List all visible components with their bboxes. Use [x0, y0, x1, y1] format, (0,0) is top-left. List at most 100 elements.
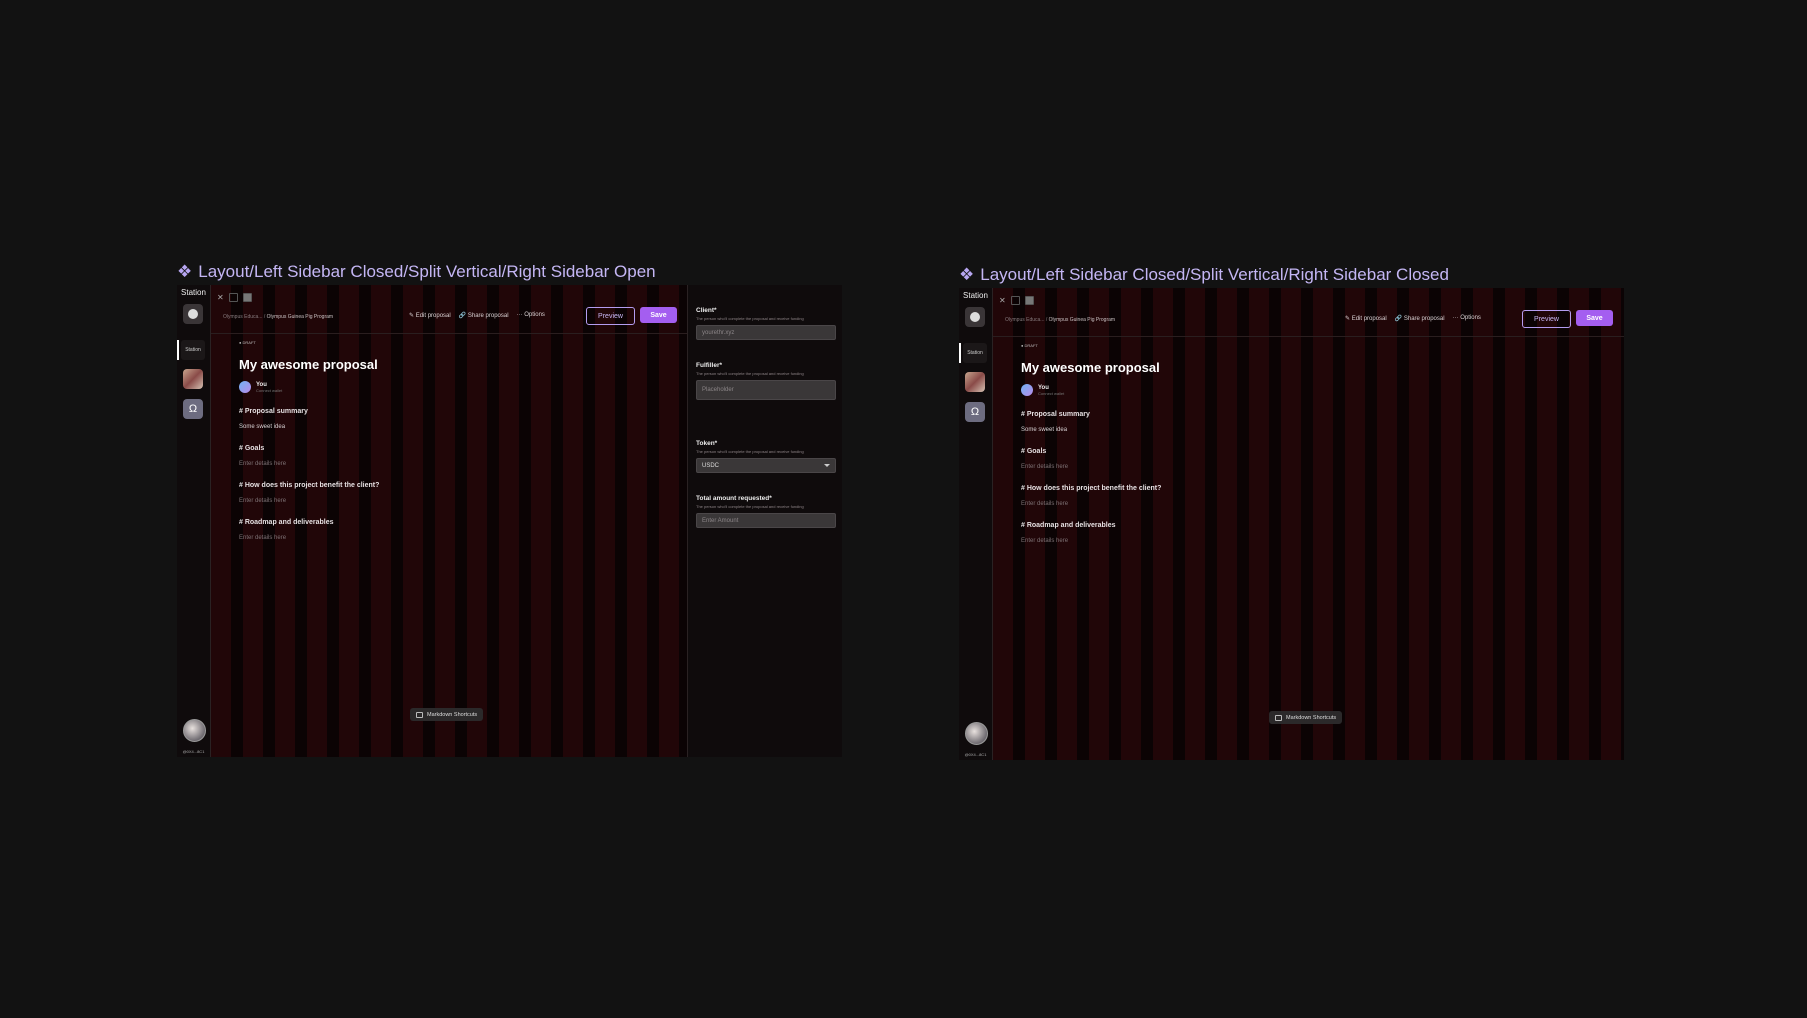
section-body[interactable]: Enter details here	[239, 461, 379, 467]
omega-icon[interactable]: Ω	[183, 399, 203, 419]
keyboard-icon	[1275, 714, 1282, 721]
connect-wallet-link[interactable]: Connect wallet	[1038, 391, 1064, 396]
section-body[interactable]: Enter details here	[239, 498, 379, 504]
save-button[interactable]: Save	[640, 307, 677, 323]
expand-icon[interactable]	[1024, 296, 1034, 305]
preview-button[interactable]: Preview	[1522, 310, 1571, 328]
section-heading: # Proposal summary	[1021, 411, 1090, 418]
component-icon: ❖	[177, 262, 193, 281]
field-label: Token*	[696, 440, 718, 447]
breadcrumb-current[interactable]: Olympus Guinea Pig Program	[1049, 317, 1115, 323]
explore-icon[interactable]	[183, 304, 203, 324]
split-icon[interactable]	[1010, 296, 1020, 305]
terminal-avatar-icon[interactable]	[183, 369, 203, 389]
share-proposal-link[interactable]: 🔗 Share proposal	[459, 312, 509, 319]
status-badge: ● DRAFT	[1021, 343, 1038, 348]
breadcrumb-parent[interactable]: Olympus Educa...	[223, 314, 262, 320]
markdown-shortcuts-button[interactable]: Markdown Shortcuts	[410, 708, 484, 721]
proposal-title[interactable]: My awesome proposal	[239, 357, 379, 372]
author-avatar	[239, 381, 251, 393]
client-input[interactable]: yourethr.xyz	[696, 325, 836, 340]
explore-icon[interactable]	[965, 307, 985, 327]
edit-proposal-link[interactable]: ✎ Edit proposal	[409, 312, 451, 319]
user-handle: @0X4...8C1	[182, 749, 205, 754]
breadcrumb-current[interactable]: Olympus Guinea Pig Program	[267, 314, 333, 320]
section-body[interactable]: Enter details here	[239, 535, 379, 541]
breadcrumb: Olympus Educa... / Olympus Guinea Pig Pr…	[1005, 317, 1115, 323]
fulfiller-field: Fulfiller* The person who'll complete th…	[696, 362, 836, 400]
token-field: Token* The person who'll complete the pr…	[696, 440, 836, 473]
amount-input[interactable]: Enter Amount	[696, 513, 836, 528]
options-link[interactable]: ··· Options	[517, 312, 545, 319]
section-heading: # Goals	[239, 445, 265, 452]
author-avatar	[1021, 384, 1033, 396]
field-hint: The person who'll complete the proposal …	[696, 449, 804, 454]
section-heading: # How does this project benefit the clie…	[1021, 485, 1162, 492]
top-bar: ✕ Olympus Educa... / Olympus Guinea Pig …	[993, 288, 1624, 337]
section-body[interactable]: Enter details here	[1021, 464, 1161, 470]
breadcrumb-parent[interactable]: Olympus Educa...	[1005, 317, 1044, 323]
field-label: Client*	[696, 307, 717, 314]
frame-title-text: Layout/Left Sidebar Closed/Split Vertica…	[198, 262, 656, 281]
section-heading: # Roadmap and deliverables	[1021, 522, 1116, 529]
station-nav-item[interactable]: Station	[181, 340, 205, 360]
options-link[interactable]: ··· Options	[1453, 315, 1481, 322]
terminal-avatar-icon[interactable]	[965, 372, 985, 392]
fulfiller-input[interactable]: Placeholder	[696, 380, 836, 400]
token-value: USDC	[702, 462, 720, 469]
keyboard-icon	[416, 711, 423, 718]
left-sidebar: Station Station Ω @0X4...8C1	[959, 288, 993, 760]
active-indicator	[177, 340, 179, 360]
expand-icon[interactable]	[242, 293, 252, 302]
connect-wallet-link[interactable]: Connect wallet	[256, 388, 282, 393]
amount-field: Total amount requested* The person who'l…	[696, 495, 836, 528]
active-indicator	[959, 343, 961, 363]
field-hint: The person who'll complete the proposal …	[696, 504, 804, 509]
window-controls: ✕	[999, 296, 1034, 305]
section-body[interactable]: Enter details here	[1021, 538, 1161, 544]
breadcrumb: Olympus Educa... / Olympus Guinea Pig Pr…	[223, 314, 333, 320]
field-label: Fulfiller*	[696, 362, 723, 369]
author-row: You Connect wallet	[239, 381, 379, 393]
section-body[interactable]: Some sweet idea	[1021, 427, 1161, 433]
user-handle: @0X4...8C1	[964, 752, 987, 757]
close-icon[interactable]: ✕	[217, 293, 224, 302]
right-sidebar: Client* The person who'll complete the p…	[687, 285, 842, 757]
token-select[interactable]: USDC	[696, 458, 836, 473]
action-links: ✎ Edit proposal 🔗 Share proposal ··· Opt…	[409, 312, 545, 319]
field-hint: The person who'll complete the proposal …	[696, 316, 804, 321]
save-button[interactable]: Save	[1576, 310, 1613, 326]
action-links: ✎ Edit proposal 🔗 Share proposal ··· Opt…	[1345, 315, 1481, 322]
frame-right-sidebar-open: Station Station Ω @0X4...8C1 ✕ Olympus E…	[177, 285, 842, 757]
split-icon[interactable]	[228, 293, 238, 302]
breadcrumb-separator: /	[1045, 317, 1048, 323]
breadcrumb-separator: /	[263, 314, 266, 320]
component-icon: ❖	[959, 265, 975, 284]
field-hint: The person who'll complete the proposal …	[696, 371, 804, 376]
author-row: You Connect wallet	[1021, 384, 1161, 396]
user-avatar[interactable]	[183, 719, 206, 742]
omega-icon[interactable]: Ω	[965, 402, 985, 422]
section-body[interactable]: Some sweet idea	[239, 424, 379, 430]
station-nav-item[interactable]: Station	[963, 343, 987, 363]
section-body[interactable]: Enter details here	[1021, 501, 1161, 507]
proposal-title[interactable]: My awesome proposal	[1021, 360, 1161, 375]
edit-proposal-link[interactable]: ✎ Edit proposal	[1345, 315, 1387, 322]
close-icon[interactable]: ✕	[999, 296, 1006, 305]
frame-right-sidebar-closed: Station Station Ω @0X4...8C1 ✕ Olympus E…	[959, 288, 1624, 760]
markdown-shortcuts-button[interactable]: Markdown Shortcuts	[1269, 711, 1343, 724]
main-content: ✕ Olympus Educa... / Olympus Guinea Pig …	[211, 285, 688, 757]
section-heading: # Proposal summary	[239, 408, 308, 415]
brand-label: Station	[181, 288, 206, 297]
section-heading: # Roadmap and deliverables	[239, 519, 334, 526]
preview-button[interactable]: Preview	[586, 307, 635, 325]
field-label: Total amount requested*	[696, 495, 772, 502]
frame-title-open: ❖ Layout/Left Sidebar Closed/Split Verti…	[177, 262, 656, 282]
share-proposal-link[interactable]: 🔗 Share proposal	[1395, 315, 1445, 322]
user-avatar[interactable]	[965, 722, 988, 745]
proposal-document: ● DRAFT My awesome proposal You Connect …	[1021, 343, 1161, 544]
frame-title-closed: ❖ Layout/Left Sidebar Closed/Split Verti…	[959, 265, 1449, 285]
proposal-document: ● DRAFT My awesome proposal You Connect …	[239, 340, 379, 541]
status-badge: ● DRAFT	[239, 340, 256, 345]
client-field: Client* The person who'll complete the p…	[696, 307, 836, 340]
